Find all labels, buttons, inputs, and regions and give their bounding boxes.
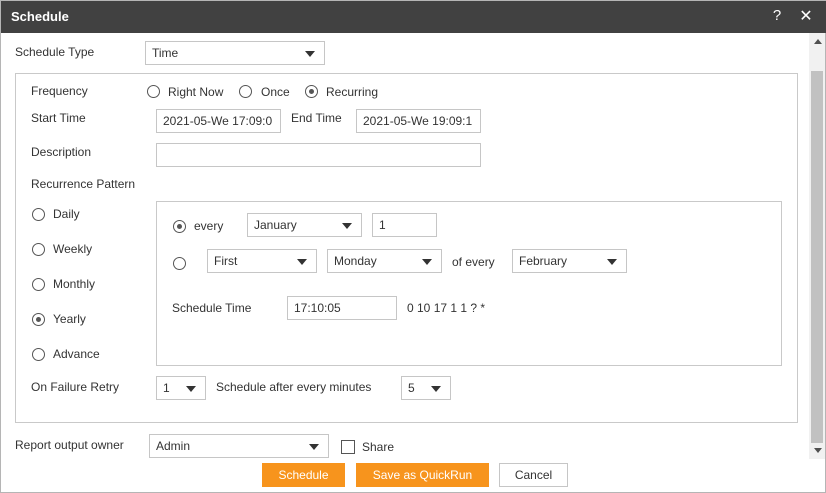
retry-after-label: Schedule after every minutes bbox=[216, 380, 372, 394]
schedule-time-value: 17:10:05 bbox=[294, 301, 341, 315]
yearly-every-label: every bbox=[194, 219, 224, 233]
close-icon[interactable]: ✕ bbox=[798, 6, 814, 26]
recurrence-monthly-radio[interactable] bbox=[32, 278, 45, 291]
yearly-ordinal-select[interactable]: First bbox=[207, 249, 317, 273]
end-time-value: 2021-05-We 19:09:1 bbox=[363, 114, 473, 128]
retry-label: On Failure Retry bbox=[31, 380, 120, 394]
chevron-down-icon bbox=[305, 51, 315, 57]
save-as-quickrun-button[interactable]: Save as QuickRun bbox=[356, 463, 489, 487]
yearly-weekday-select[interactable]: Monday bbox=[327, 249, 442, 273]
yearly-day-value: 1 bbox=[379, 218, 386, 232]
frequency-once-radio[interactable] bbox=[239, 85, 252, 98]
recurrence-advance-label[interactable]: Advance bbox=[53, 347, 100, 361]
chevron-down-icon bbox=[607, 259, 617, 265]
schedule-type-value: Time bbox=[152, 46, 179, 60]
schedule-dialog: Schedule ? ✕ Schedule Type Time Frequenc… bbox=[0, 0, 826, 493]
share-label[interactable]: Share bbox=[362, 440, 394, 454]
schedule-time-label: Schedule Time bbox=[172, 301, 252, 315]
schedule-button[interactable]: Schedule bbox=[262, 463, 345, 487]
yearly-weekday-value: Monday bbox=[334, 254, 377, 268]
frequency-recurring-label[interactable]: Recurring bbox=[326, 85, 378, 99]
scroll-down-icon[interactable] bbox=[814, 448, 822, 453]
retry-count-select[interactable]: 1 bbox=[156, 376, 206, 400]
owner-select[interactable]: Admin bbox=[149, 434, 329, 458]
chevron-down-icon bbox=[309, 444, 319, 450]
frequency-recurring-radio[interactable] bbox=[305, 85, 318, 98]
dialog-titlebar[interactable]: Schedule ? ✕ bbox=[1, 1, 826, 33]
owner-label: Report output owner bbox=[15, 438, 124, 452]
yearly-every-radio[interactable] bbox=[173, 220, 186, 233]
chevron-down-icon bbox=[186, 386, 196, 392]
recurrence-monthly-label[interactable]: Monthly bbox=[53, 277, 95, 291]
recurrence-pattern-label: Recurrence Pattern bbox=[31, 177, 136, 191]
chevron-down-icon bbox=[431, 386, 441, 392]
scroll-up-icon[interactable] bbox=[814, 39, 822, 44]
schedule-type-select[interactable]: Time bbox=[145, 41, 325, 65]
frequency-label: Frequency bbox=[31, 84, 88, 98]
cancel-button[interactable]: Cancel bbox=[499, 463, 568, 487]
recurrence-yearly-radio[interactable] bbox=[32, 313, 45, 326]
yearly-month2-value: February bbox=[519, 254, 568, 268]
chevron-down-icon bbox=[422, 259, 432, 265]
share-checkbox[interactable] bbox=[341, 440, 355, 454]
retry-count-value: 1 bbox=[163, 381, 170, 395]
recurrence-weekly-radio[interactable] bbox=[32, 243, 45, 256]
yearly-month-select[interactable]: January bbox=[247, 213, 362, 237]
end-time-label: End Time bbox=[291, 111, 342, 125]
chevron-down-icon bbox=[297, 259, 307, 265]
frequency-right-now-radio[interactable] bbox=[147, 85, 160, 98]
end-time-input[interactable]: 2021-05-We 19:09:1 bbox=[356, 109, 481, 133]
frequency-right-now-label[interactable]: Right Now bbox=[168, 85, 223, 99]
owner-value: Admin bbox=[156, 439, 191, 453]
yearly-month-value: January bbox=[254, 218, 297, 232]
recurrence-advance-radio[interactable] bbox=[32, 348, 45, 361]
start-time-input[interactable]: 2021-05-We 17:09:0 bbox=[156, 109, 281, 133]
frequency-once-label[interactable]: Once bbox=[261, 85, 290, 99]
scrollbar-thumb[interactable] bbox=[811, 71, 823, 443]
schedule-time-input[interactable]: 17:10:05 bbox=[287, 296, 397, 320]
recurrence-daily-label[interactable]: Daily bbox=[53, 207, 80, 221]
yearly-day-input[interactable]: 1 bbox=[372, 213, 437, 237]
start-time-label: Start Time bbox=[31, 111, 86, 125]
recurrence-daily-radio[interactable] bbox=[32, 208, 45, 221]
help-icon[interactable]: ? bbox=[769, 7, 785, 24]
cron-expression: 0 10 17 1 1 ? * bbox=[407, 301, 486, 315]
yearly-month2-select[interactable]: February bbox=[512, 249, 627, 273]
description-input[interactable] bbox=[156, 143, 481, 167]
recurrence-weekly-label[interactable]: Weekly bbox=[53, 242, 92, 256]
recurrence-yearly-label[interactable]: Yearly bbox=[53, 312, 86, 326]
yearly-ordinal-radio[interactable] bbox=[173, 257, 186, 270]
yearly-ordinal-value: First bbox=[214, 254, 238, 268]
schedule-type-label: Schedule Type bbox=[15, 45, 95, 59]
retry-minutes-value: 5 bbox=[408, 381, 415, 395]
start-time-value: 2021-05-We 17:09:0 bbox=[163, 114, 273, 128]
retry-minutes-select[interactable]: 5 bbox=[401, 376, 451, 400]
chevron-down-icon bbox=[342, 223, 352, 229]
yearly-of-every-label: of every bbox=[452, 255, 495, 269]
dialog-title: Schedule bbox=[11, 9, 69, 24]
description-label: Description bbox=[31, 145, 92, 159]
